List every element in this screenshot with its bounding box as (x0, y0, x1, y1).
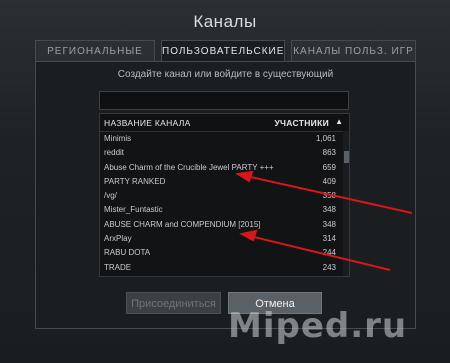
column-header-name[interactable]: НАЗВАНИЕ КАНАЛА (104, 118, 191, 128)
tab-custom[interactable]: ПОЛЬЗОВАТЕЛЬСКИЕ (161, 40, 285, 62)
tab-game-channels[interactable]: КАНАЛЫ ПОЛЬЗ. ИГР (291, 40, 416, 62)
channel-users-count: 243 (322, 262, 336, 272)
channel-list: НАЗВАНИЕ КАНАЛА УЧАСТНИКИ ▲ Minimis 1,061… (99, 113, 350, 277)
channel-name: TRADE (104, 262, 132, 272)
join-button[interactable]: Присоединиться (126, 292, 221, 314)
channel-row[interactable]: reddit 863 (100, 145, 342, 159)
tab-bar: РЕГИОНАЛЬНЫЕ ПОЛЬЗОВАТЕЛЬСКИЕ КАНАЛЫ ПОЛ… (35, 40, 416, 62)
column-header-users[interactable]: УЧАСТНИКИ (274, 118, 329, 128)
channel-row[interactable]: Mister_Funtastic 348 (100, 202, 342, 216)
channel-users-count: 409 (322, 176, 336, 186)
channel-row[interactable]: RABU DOTA 244 (100, 245, 342, 259)
channel-rows: Minimis 1,061 reddit 863 Abuse Charm of th… (100, 131, 342, 274)
channel-name: RABU DOTA (104, 248, 151, 258)
channel-name: ArxPlay (104, 234, 132, 244)
channel-users-count: 244 (322, 248, 336, 258)
channel-row[interactable]: /vg/358 (100, 188, 342, 202)
channel-row[interactable]: TRADE 243 (100, 260, 342, 274)
channel-row[interactable]: ABUSE CHARM and COMPENDIUM [2015] 348 (100, 217, 342, 231)
panel-subtitle: Создайте канал или войдите в существующи… (117, 69, 334, 80)
channel-row[interactable]: Minimis 1,061 (100, 131, 342, 145)
channel-users-count: 314 (322, 234, 336, 244)
channel-row[interactable]: Abuse Charm of the Crucible Jewel PARTY … (100, 160, 342, 174)
list-header: НАЗВАНИЕ КАНАЛА УЧАСТНИКИ ▲ (100, 114, 349, 132)
window-title: Каналы (193, 12, 257, 31)
sort-arrow-up-icon[interactable]: ▲ (335, 117, 343, 126)
channel-users-count: 348 (322, 205, 336, 215)
channel-row[interactable]: PARTY RANKED 409 (100, 174, 342, 188)
channel-users-count: 348 (322, 219, 336, 229)
channel-users-count: 659 (322, 162, 336, 172)
channel-search-input[interactable] (99, 91, 349, 110)
channel-users-count: 863 (322, 148, 336, 158)
channel-name: Minimis (104, 134, 132, 143)
channel-users-count: 358 (322, 191, 336, 201)
channel-name: reddit (104, 148, 125, 158)
channel-name: PARTY RANKED (104, 176, 166, 186)
channel-name: Abuse Charm of the Crucible Jewel PARTY … (104, 162, 274, 172)
list-scrollbar[interactable] (343, 131, 349, 276)
channel-name: ABUSE CHARM and COMPENDIUM [2015] (104, 219, 261, 229)
channel-users-count: 1,061 (315, 134, 336, 143)
channel-name: /vg/ (104, 191, 117, 201)
channel-name: Mister_Funtastic (104, 205, 163, 215)
watermark-text: Miped.ru (228, 306, 408, 346)
channel-row[interactable]: ArxPlay 314 (100, 231, 342, 245)
scrollbar-thumb[interactable] (344, 151, 349, 163)
tab-regional[interactable]: РЕГИОНАЛЬНЫЕ (35, 40, 155, 62)
